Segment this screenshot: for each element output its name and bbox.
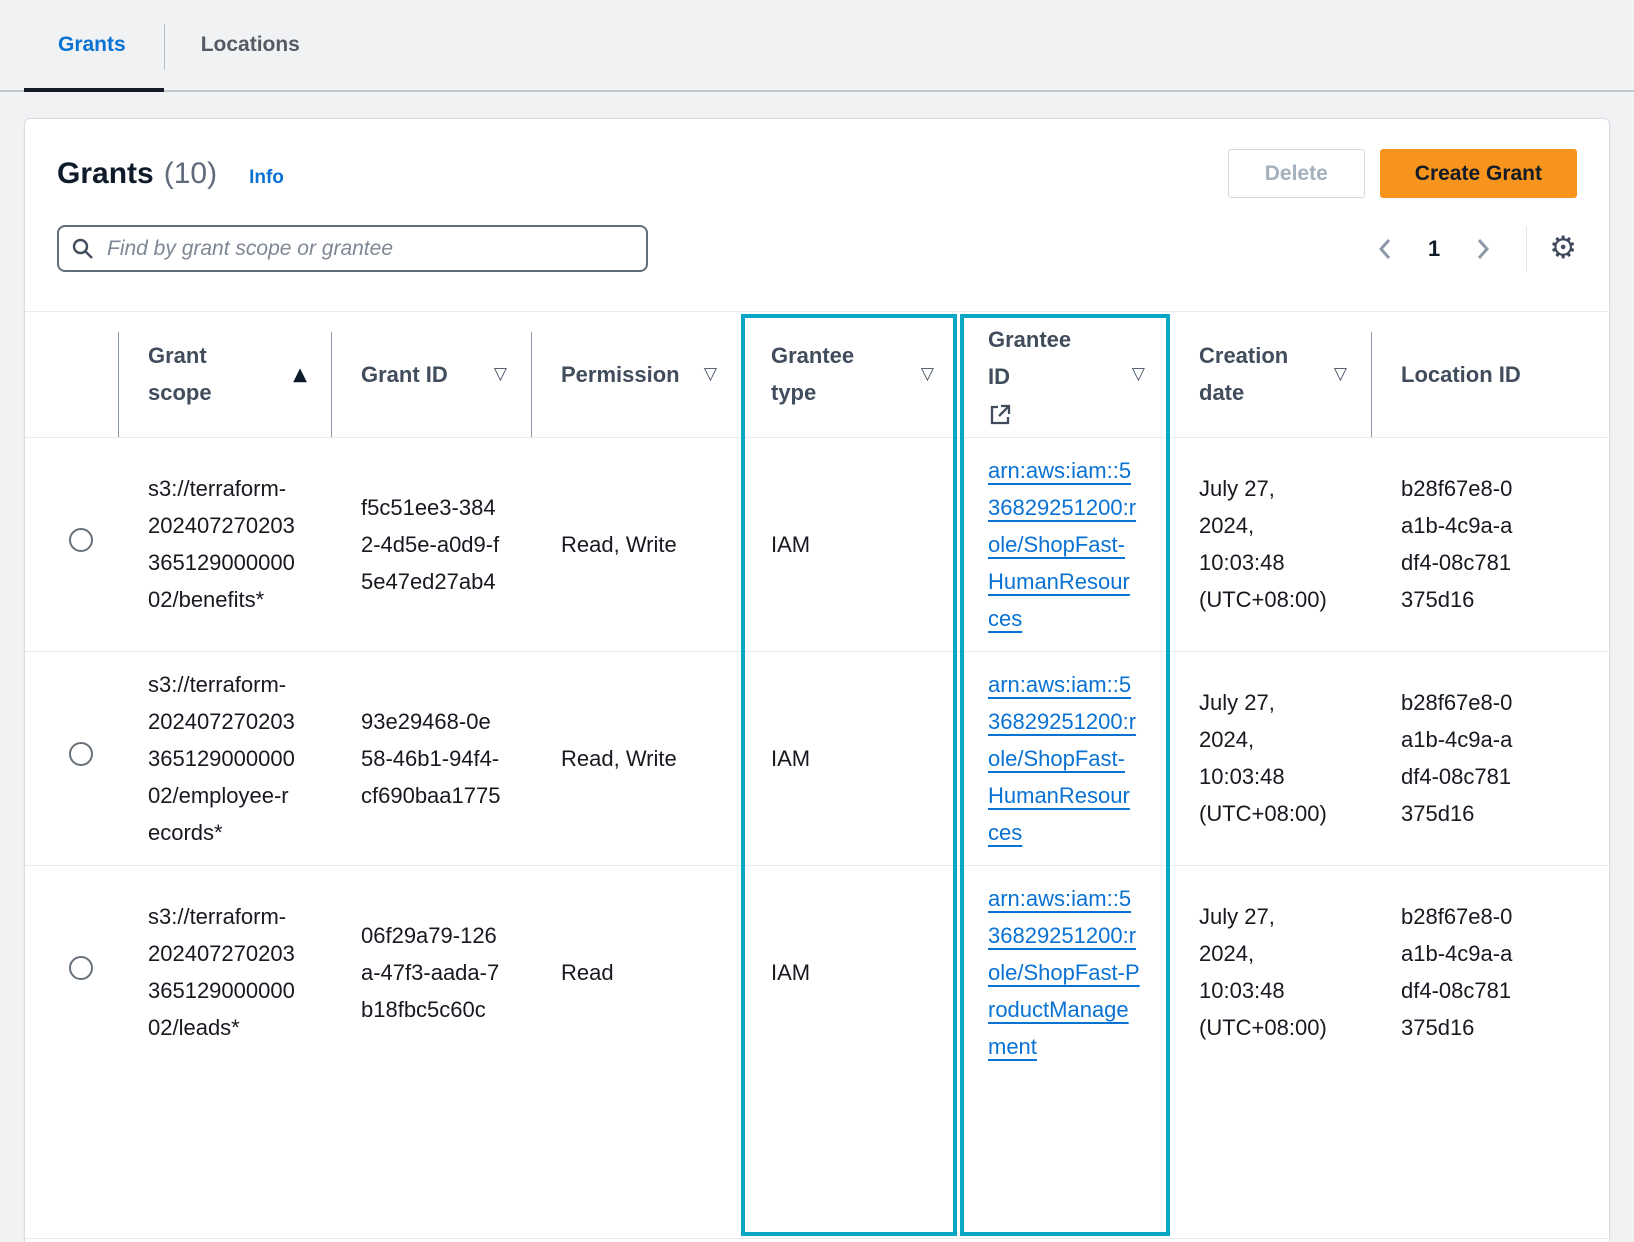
cell-grantee-id: arn:aws:iam::536829251200:role/ShopFast-…: [958, 865, 1169, 1079]
cell-creation-date: July 27, 2024, 10:03:48 (UTC+08:00): [1169, 865, 1371, 1079]
cell-grantee-type: IAM: [741, 651, 958, 865]
sort-ascending-icon[interactable]: ▲: [293, 364, 307, 385]
cell-grantee-type: IAM: [741, 437, 958, 651]
cell-select: [25, 437, 118, 651]
pagination: 1 ⚙: [1368, 226, 1577, 272]
panel-header: Grants (10) Info Delete Create Grant: [25, 119, 1609, 311]
select-all-header-cell: [25, 312, 118, 437]
cell-creation-date: July 27, 2024, 10:03:48 (UTC+08:00): [1169, 437, 1371, 651]
tab-locations[interactable]: Locations: [165, 0, 336, 90]
sort-down-icon[interactable]: ▽: [921, 364, 934, 384]
next-page-button[interactable]: [1464, 230, 1500, 268]
tab-bar: Grants Locations: [0, 0, 1634, 92]
sort-down-icon[interactable]: ▽: [704, 364, 717, 384]
cell-select: [25, 651, 118, 865]
header-grant-id[interactable]: Grant ID ▽: [331, 312, 531, 437]
header-grant-scope[interactable]: Grant scope ▲: [118, 312, 331, 437]
create-grant-button[interactable]: Create Grant: [1380, 149, 1577, 198]
info-link[interactable]: Info: [249, 167, 284, 189]
header-grantee-id[interactable]: Grantee ID ▽: [958, 312, 1169, 437]
cell-permission: Read, Write: [531, 651, 741, 865]
cell-location-id: b28f67e8-0a1b-4c9a-adf4-08c781375d16: [1371, 865, 1609, 1079]
grants-panel: Grants (10) Info Delete Create Grant: [24, 118, 1610, 1242]
cell-location-id: b28f67e8-0a1b-4c9a-adf4-08c781375d16: [1371, 437, 1609, 651]
grantee-id-link[interactable]: arn:aws:iam::536829251200:role/ShopFast-…: [988, 886, 1140, 1059]
table-row: s3://terraform-2024072702033651290000000…: [25, 437, 1609, 651]
header-location-id: Location ID: [1371, 312, 1609, 437]
search-box: [57, 225, 648, 272]
cell-grant-id: f5c51ee3-3842-4d5e-a0d9-f5e47ed27ab4: [331, 437, 531, 651]
page-title: Grants: [57, 157, 154, 191]
cell-grant-id: 93e29468-0e58-46b1-94f4-cf690baa1775: [331, 651, 531, 865]
cell-location-id: b28f67e8-0a1b-4c9a-adf4-08c781375d16: [1371, 651, 1609, 865]
previous-page-button[interactable]: [1368, 230, 1404, 268]
cell-permission: Read, Write: [531, 437, 741, 651]
cell-select: [25, 865, 118, 1079]
row-radio[interactable]: [69, 956, 93, 980]
current-page-number[interactable]: 1: [1428, 236, 1440, 262]
cell-creation-date: July 27, 2024, 10:03:48 (UTC+08:00): [1169, 651, 1371, 865]
grantee-id-link[interactable]: arn:aws:iam::536829251200:role/ShopFast-…: [988, 672, 1136, 845]
delete-button[interactable]: Delete: [1228, 149, 1365, 198]
grantee-id-link[interactable]: arn:aws:iam::536829251200:role/ShopFast-…: [988, 458, 1136, 631]
cell-grant-scope: s3://terraform-2024072702033651290000000…: [118, 651, 331, 865]
header-grantee-type[interactable]: Grantee type ▽: [741, 312, 958, 437]
cell-grant-id: 06f29a79-126a-47f3-aada-7b18fbc5c60c: [331, 865, 531, 1079]
cell-grant-scope: s3://terraform-2024072702033651290000000…: [118, 865, 331, 1079]
external-link-icon: [988, 403, 1084, 427]
cell-permission: Read: [531, 865, 741, 1079]
tab-locations-label: Locations: [201, 33, 300, 57]
pager-divider: [1526, 226, 1527, 272]
search-icon: [71, 237, 95, 261]
row-radio[interactable]: [69, 742, 93, 766]
tab-grants-label: Grants: [58, 33, 126, 57]
cell-grantee-type: IAM: [741, 865, 958, 1079]
cell-grantee-id: arn:aws:iam::536829251200:role/ShopFast-…: [958, 437, 1169, 651]
row-radio[interactable]: [69, 528, 93, 552]
sort-down-icon[interactable]: ▽: [1132, 364, 1145, 384]
row-separator: [25, 1238, 1609, 1239]
header-creation-date[interactable]: Creation date ▽: [1169, 312, 1371, 437]
sort-down-icon[interactable]: ▽: [1334, 364, 1347, 384]
settings-gear-icon[interactable]: ⚙: [1549, 233, 1577, 264]
grants-table: Grant scope ▲ Grant ID ▽: [25, 312, 1609, 1079]
s3-access-grants-screen: Grants Locations Grants (10) Info Delete…: [0, 0, 1634, 1242]
table-row: s3://terraform-2024072702033651290000000…: [25, 651, 1609, 865]
header-permission[interactable]: Permission ▽: [531, 312, 741, 437]
cell-grant-scope: s3://terraform-2024072702033651290000000…: [118, 437, 331, 651]
cell-grantee-id: arn:aws:iam::536829251200:role/ShopFast-…: [958, 651, 1169, 865]
tab-grants[interactable]: Grants: [24, 0, 164, 90]
search-input[interactable]: [57, 225, 648, 272]
grants-table-wrap: Grant scope ▲ Grant ID ▽: [25, 311, 1609, 1079]
table-header-row: Grant scope ▲ Grant ID ▽: [25, 312, 1609, 437]
table-row: s3://terraform-2024072702033651290000000…: [25, 865, 1609, 1079]
sort-down-icon[interactable]: ▽: [494, 364, 507, 384]
grants-count: (10): [164, 157, 217, 191]
